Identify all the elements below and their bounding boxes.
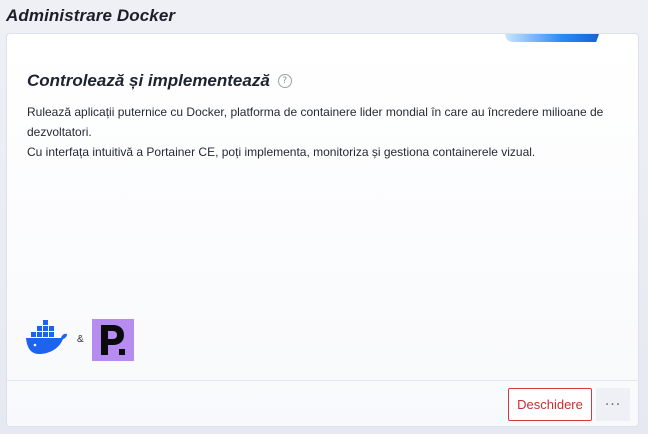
app-window: Administrare Docker Controlează și imple… [0, 0, 648, 434]
card-accent-bar [505, 34, 599, 42]
description-line-1: Rulează aplicații puternice cu Docker, p… [27, 105, 604, 139]
card-description: Rulează aplicații puternice cu Docker, p… [27, 102, 627, 162]
logo-row: & [25, 318, 134, 361]
card-heading-row: Controlează și implementează ? [27, 71, 292, 91]
window-title: Administrare Docker [6, 6, 176, 25]
open-button[interactable]: Deschidere [508, 388, 592, 421]
app-card: Controlează și implementează ? Rulează a… [6, 33, 639, 427]
logo-separator: & [77, 334, 84, 345]
question-circle-icon[interactable]: ? [277, 74, 292, 88]
portainer-logo [91, 318, 134, 361]
docker-whale-icon [25, 318, 69, 361]
description-line-2: Cu interfața intuitivă a Portainer CE, p… [27, 145, 536, 159]
footer-divider [7, 380, 638, 381]
card-heading: Controlează și implementează [27, 71, 270, 90]
more-options-button[interactable]: ··· [596, 388, 630, 421]
